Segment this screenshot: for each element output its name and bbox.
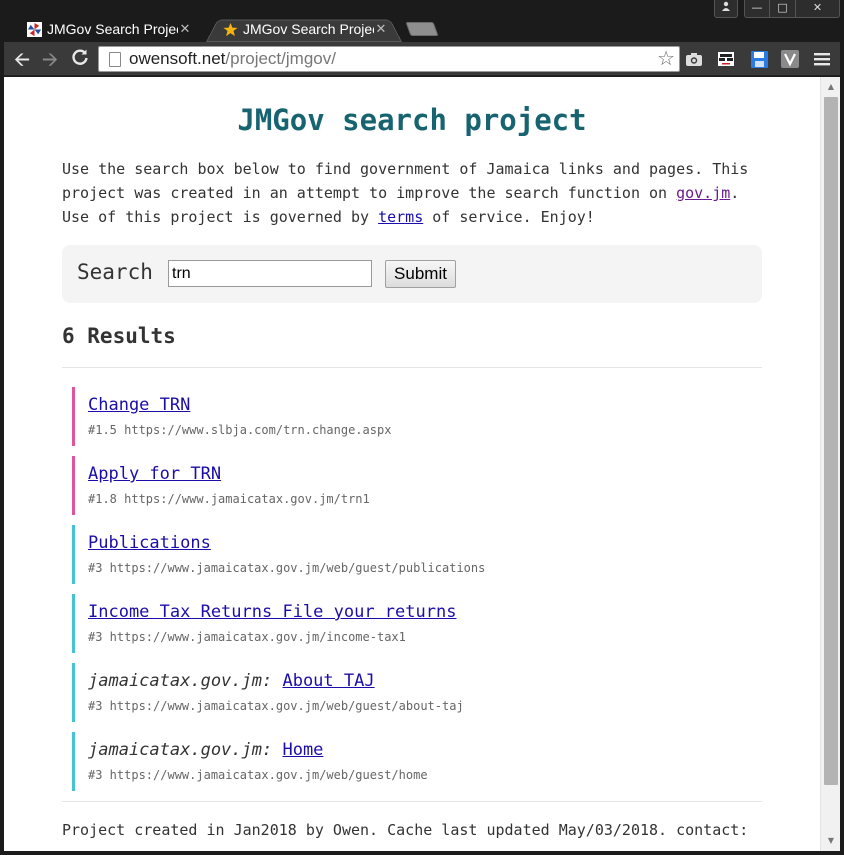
results-count-heading: 6 Results (62, 324, 176, 348)
tab-active[interactable]: JMGov Search Project ✕ (206, 16, 402, 42)
result-accent-bar (72, 525, 75, 584)
pinwheel-icon (26, 21, 42, 37)
result-link[interactable]: Apply for TRN (88, 464, 221, 484)
result-item: Publications #3 https://www.jamaicatax.g… (72, 525, 762, 584)
result-item: jamaicatax.gov.jm: Home #3 https://www.j… (72, 732, 762, 791)
menu-hamburger-icon[interactable] (812, 49, 832, 69)
search-label: Search (77, 260, 153, 284)
tab-close-icon[interactable]: ✕ (178, 21, 192, 37)
result-item: jamaicatax.gov.jm: About TAJ #3 https://… (72, 663, 762, 722)
result-accent-bar (72, 456, 75, 515)
maximize-button[interactable]: □ (770, 0, 796, 18)
new-tab-button[interactable] (408, 22, 436, 36)
result-meta: #3 https://www.jamaicatax.gov.jm/web/gue… (88, 699, 464, 713)
result-site-prefix: jamaicatax.gov.jm: (88, 671, 283, 691)
result-site-prefix: jamaicatax.gov.jm: (88, 740, 283, 760)
result-meta: #1.5 https://www.slbja.com/trn.change.as… (88, 423, 392, 437)
intro-text: of service. Enjoy! (423, 208, 595, 226)
tab-inactive[interactable]: JMGov Search Project ✕ (10, 16, 206, 42)
page-icon (109, 51, 121, 67)
result-item: Change TRN #1.5 https://www.slbja.com/tr… (72, 387, 762, 446)
result-link[interactable]: Change TRN (88, 395, 190, 415)
browser-window: — □ ✕ JMGov Search Project ✕ JMGov Searc… (0, 0, 844, 855)
result-title-line: Publications (88, 525, 762, 554)
result-link[interactable]: Income Tax Returns File your returns (88, 602, 456, 622)
tab-title: JMGov Search Project (243, 21, 374, 37)
v-extension-icon[interactable] (780, 49, 800, 69)
window-controls: — □ ✕ (714, 0, 840, 18)
save-floppy-icon[interactable] (749, 49, 769, 69)
result-title-line: jamaicatax.gov.jm: About TAJ (88, 663, 762, 692)
result-title-line: jamaicatax.gov.jm: Home (88, 732, 762, 761)
result-meta: #3 https://www.jamaicatax.gov.jm/web/gue… (88, 561, 486, 575)
search-input[interactable] (168, 260, 372, 287)
back-arrow-icon[interactable]: 🡨 (10, 47, 34, 71)
result-accent-bar (72, 387, 75, 446)
submit-button[interactable]: Submit (385, 260, 456, 288)
page-title: JMGov search project (237, 103, 587, 137)
address-bar[interactable]: owensoft.net/project/jmgov/ ☆ (98, 46, 680, 72)
tab-close-icon[interactable]: ✕ (374, 21, 388, 37)
forward-arrow-icon[interactable]: 🡪 (38, 47, 62, 71)
page-footer: Project created in Jan2018 by Owen. Cach… (62, 821, 749, 839)
divider (62, 801, 762, 802)
tab-title: JMGov Search Project (47, 21, 178, 37)
close-window-button[interactable]: ✕ (796, 0, 840, 18)
camera-icon[interactable] (684, 49, 704, 69)
result-meta: #1.8 https://www.jamaicatax.gov.jm/trn1 (88, 492, 370, 506)
result-link[interactable]: Home (282, 740, 323, 760)
result-title-line: Income Tax Returns File your returns (88, 594, 762, 623)
divider (62, 367, 762, 368)
results-list: Change TRN #1.5 https://www.slbja.com/tr… (62, 387, 762, 791)
result-accent-bar (72, 594, 75, 653)
star-icon (222, 21, 238, 37)
page-content: JMGov search project Use the search box … (62, 77, 762, 839)
result-meta: #3 https://www.jamaicatax.gov.jm/web/gue… (88, 768, 428, 782)
result-title-line: Change TRN (88, 387, 762, 416)
result-meta: #3 https://www.jamaicatax.gov.jm/income-… (88, 630, 406, 644)
search-form: Search Submit (62, 245, 762, 303)
browser-toolbar: 🡨 🡪 owensoft.net/project/jmgov/ ☆ (4, 42, 840, 76)
result-title-line: Apply for TRN (88, 456, 762, 485)
scroll-thumb[interactable] (824, 97, 838, 785)
incognito-spy-icon[interactable] (716, 49, 736, 69)
address-path: /project/jmgov/ (225, 49, 336, 68)
result-link[interactable]: About TAJ (282, 671, 374, 691)
bookmark-star-icon[interactable]: ☆ (657, 47, 675, 71)
scroll-up-arrow-icon[interactable]: ▲ (821, 79, 840, 95)
intro-text: Use the search box below to find governm… (62, 160, 749, 202)
vertical-scrollbar[interactable]: ▲ ▼ (820, 77, 840, 851)
scroll-down-arrow-icon[interactable]: ▼ (821, 833, 840, 849)
reload-icon[interactable] (68, 47, 92, 71)
gov-jm-link[interactable]: gov.jm (676, 184, 730, 202)
result-item: Income Tax Returns File your returns #3 … (72, 594, 762, 653)
terms-link[interactable]: terms (378, 208, 423, 226)
tab-strip: JMGov Search Project ✕ JMGov Search Proj… (10, 16, 610, 42)
result-link[interactable]: Publications (88, 533, 211, 553)
intro-paragraph: Use the search box below to find governm… (62, 157, 762, 229)
profile-icon[interactable] (714, 0, 738, 18)
minimize-button[interactable]: — (744, 0, 770, 18)
result-item: Apply for TRN #1.8 https://www.jamaicata… (72, 456, 762, 515)
address-host: owensoft.net (129, 49, 226, 68)
page-viewport: JMGov search project Use the search box … (4, 77, 840, 851)
result-accent-bar (72, 732, 75, 791)
result-accent-bar (72, 663, 75, 722)
